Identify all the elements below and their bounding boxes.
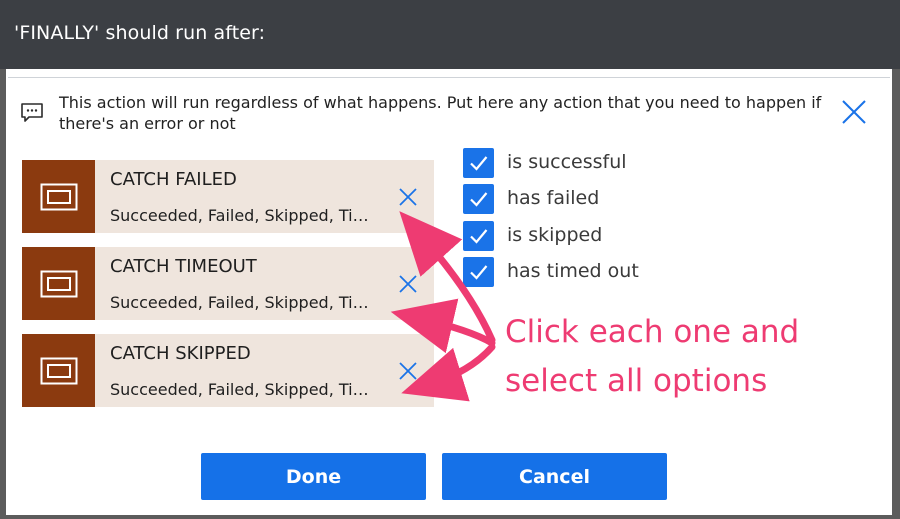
checkbox-label: has timed out xyxy=(507,260,639,282)
annotation-line: select all options xyxy=(505,363,768,399)
action-tile xyxy=(22,247,95,320)
annotation-line: Click each one and xyxy=(505,314,800,350)
remove-icon[interactable] xyxy=(395,184,421,210)
scope-icon xyxy=(40,357,78,385)
checkbox-has-failed[interactable]: has failed xyxy=(463,184,763,214)
checkbox-label: has failed xyxy=(507,187,600,209)
action-item-catch-skipped[interactable]: CATCH SKIPPED Succeeded, Failed, Skipped… xyxy=(22,334,434,407)
close-icon[interactable] xyxy=(838,96,870,128)
action-name: CATCH SKIPPED xyxy=(110,343,251,364)
checkmark-icon[interactable] xyxy=(463,184,494,214)
action-status: Succeeded, Failed, Skipped, Ti… xyxy=(110,206,369,225)
checkbox-label: is successful xyxy=(507,151,627,173)
checkmark-icon[interactable] xyxy=(463,221,494,251)
scope-icon xyxy=(40,183,78,211)
checkmark-icon[interactable] xyxy=(463,257,494,287)
remove-icon[interactable] xyxy=(395,271,421,297)
action-name: CATCH TIMEOUT xyxy=(110,256,257,277)
info-banner: This action will run regardless of what … xyxy=(20,92,880,136)
cancel-button[interactable]: Cancel xyxy=(442,453,667,500)
checkbox-has-timed-out[interactable]: has timed out xyxy=(463,257,763,287)
comment-icon xyxy=(20,102,44,124)
dialog-window: 'FINALLY' should run after: This action … xyxy=(0,0,900,519)
checkbox-is-skipped[interactable]: is skipped xyxy=(463,221,763,251)
action-item-catch-failed[interactable]: CATCH FAILED Succeeded, Failed, Skipped,… xyxy=(22,160,434,233)
action-item-catch-timeout[interactable]: CATCH TIMEOUT Succeeded, Failed, Skipped… xyxy=(22,247,434,320)
divider xyxy=(8,77,890,78)
dialog-title: 'FINALLY' should run after: xyxy=(14,22,266,44)
action-name: CATCH FAILED xyxy=(110,169,237,190)
info-text: This action will run regardless of what … xyxy=(59,93,822,133)
checkmark-icon[interactable] xyxy=(463,148,494,178)
dialog-titlebar: 'FINALLY' should run after: xyxy=(0,0,900,69)
checkbox-is-successful[interactable]: is successful xyxy=(463,148,763,178)
window-border-bottom xyxy=(0,515,900,519)
scope-icon xyxy=(40,270,78,298)
action-tile xyxy=(22,160,95,233)
action-status: Succeeded, Failed, Skipped, Ti… xyxy=(110,293,369,312)
arrow-to-catch-skipped xyxy=(401,343,496,402)
checkbox-label: is skipped xyxy=(507,224,603,246)
annotation-text: Click each one and select all options xyxy=(505,308,799,406)
window-border-left xyxy=(0,68,6,519)
action-tile xyxy=(22,334,95,407)
action-status: Succeeded, Failed, Skipped, Ti… xyxy=(110,380,369,399)
remove-icon[interactable] xyxy=(395,358,421,384)
window-border-right xyxy=(892,68,900,519)
done-button[interactable]: Done xyxy=(201,453,426,500)
